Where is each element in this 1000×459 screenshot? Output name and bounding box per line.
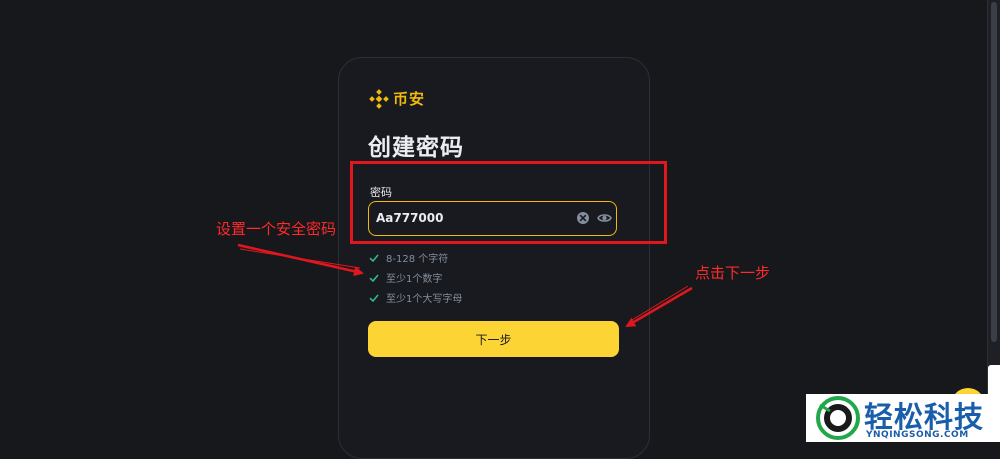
arrow-to-next-button	[625, 285, 693, 328]
watermark-subtitle: YNQINGSONG.COM	[866, 430, 969, 440]
annotation-arrows	[237, 243, 693, 328]
watermark: 轻松科技 YNQINGSONG.COM	[806, 394, 1000, 442]
arrow-to-requirements	[237, 243, 364, 277]
watermark-logo-icon	[816, 396, 860, 440]
